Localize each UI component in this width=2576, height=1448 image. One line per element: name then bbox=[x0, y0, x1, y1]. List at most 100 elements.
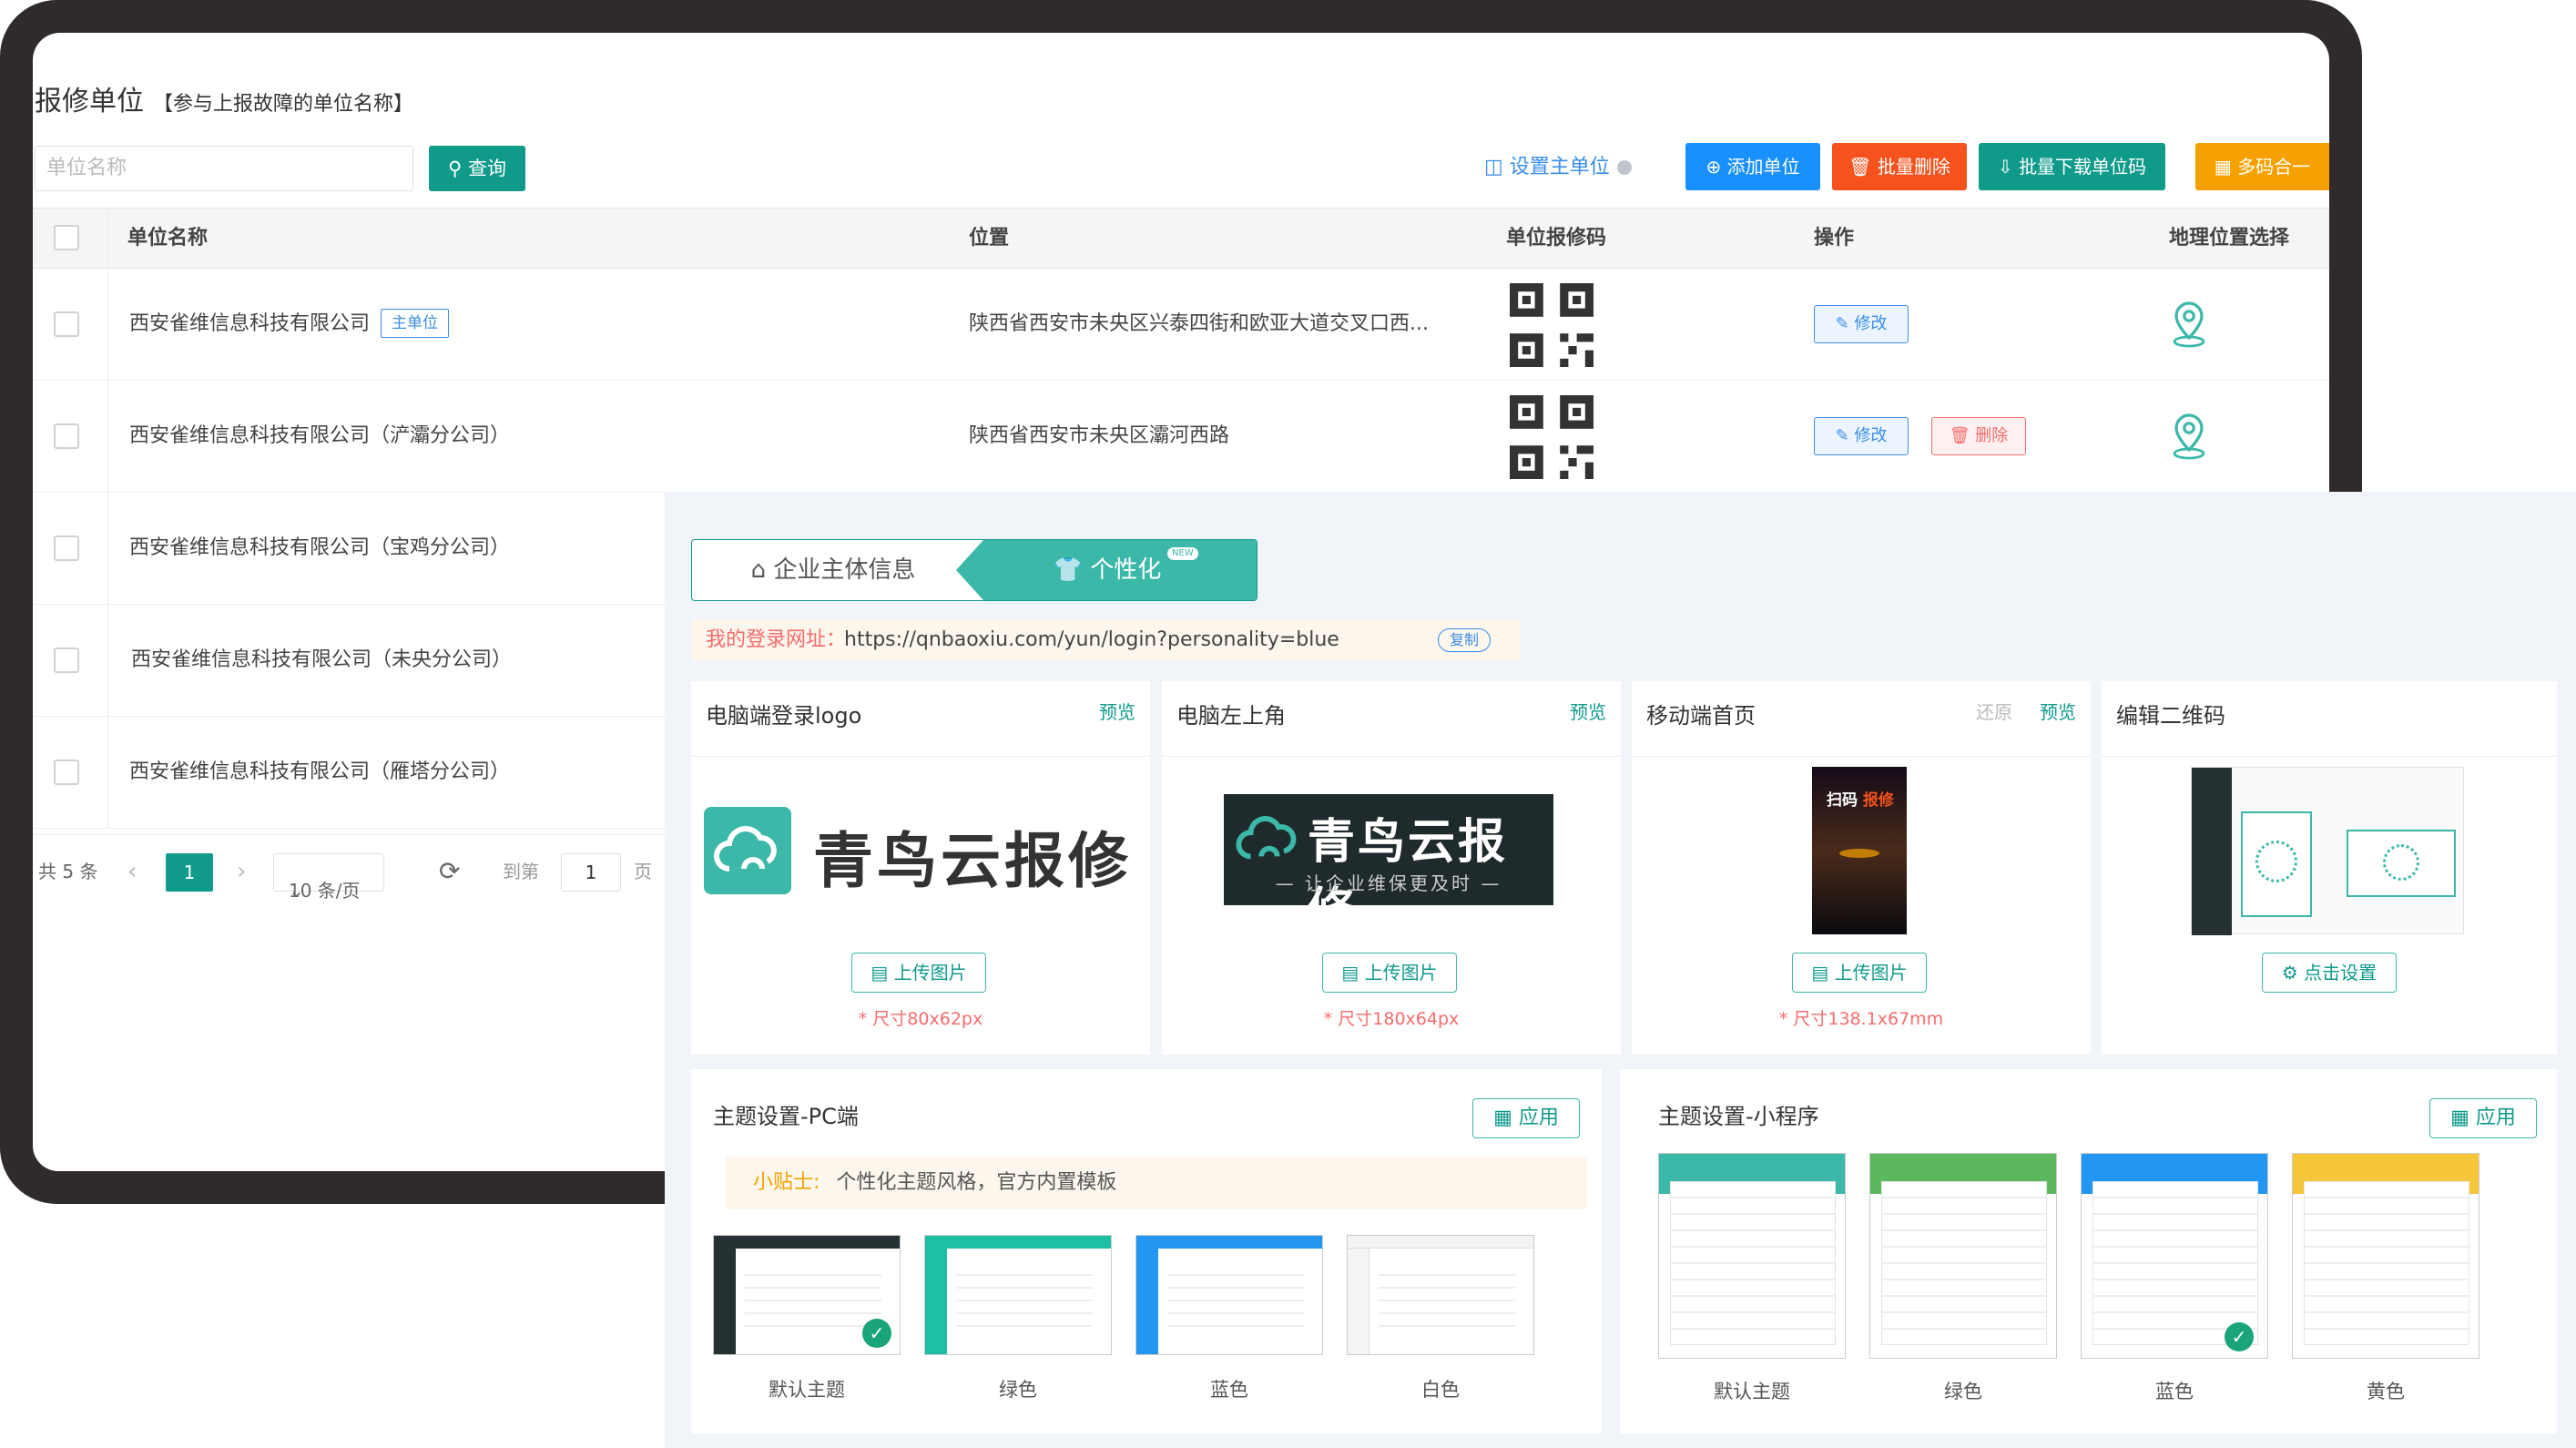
help-icon[interactable] bbox=[1616, 160, 1632, 175]
phone-preview: 扫码 报修 bbox=[1812, 767, 1907, 934]
mini-theme-default[interactable] bbox=[1658, 1153, 1846, 1359]
qrcode-editor-preview bbox=[2191, 767, 2464, 935]
restore-link[interactable]: 还原 bbox=[1976, 698, 2012, 724]
divider bbox=[2102, 756, 2557, 757]
delete-button[interactable]: 🗑 删除 bbox=[1931, 417, 2026, 455]
theme-sidebar bbox=[714, 1236, 736, 1354]
next-page-icon[interactable]: › bbox=[237, 835, 246, 908]
batch-delete-label: 批量删除 bbox=[1877, 156, 1950, 178]
preview-link[interactable]: 预览 bbox=[1099, 698, 1135, 724]
edit-button[interactable]: ✎ 修改 bbox=[1814, 305, 1909, 343]
tip-label: 小贴士: bbox=[753, 1171, 820, 1194]
row-checkbox[interactable] bbox=[54, 423, 79, 449]
unit-name: 西安雀维信息科技有限公司（雁塔分公司） bbox=[129, 760, 511, 783]
theme-body bbox=[2304, 1181, 2469, 1345]
page-number-current[interactable]: 1 bbox=[166, 853, 213, 892]
add-unit-button[interactable]: ⊕ 添加单位 bbox=[1685, 143, 1820, 190]
col-name: 单位名称 bbox=[127, 227, 209, 250]
upload-image-button[interactable]: ▤ 上传图片 bbox=[851, 953, 986, 993]
grid-icon: ▦ bbox=[1493, 1106, 1519, 1129]
tab-enterprise-label: 企业主体信息 bbox=[773, 556, 916, 584]
unit-name: 西安雀维信息科技有限公司（未央分公司） bbox=[131, 648, 513, 671]
map-pin-icon[interactable] bbox=[2171, 301, 2207, 349]
table-header: 单位名称 位置 单位报修码 操作 地理位置选择 bbox=[33, 208, 2329, 269]
cloud-logo-icon bbox=[704, 807, 791, 894]
prev-page-icon[interactable]: ‹ bbox=[127, 835, 137, 908]
unit-qr-code[interactable] bbox=[1510, 395, 1593, 479]
theme-pc-green[interactable] bbox=[924, 1235, 1112, 1355]
theme-pc-white[interactable] bbox=[1347, 1235, 1534, 1355]
query-button[interactable]: ⚲ 查询 bbox=[429, 146, 525, 191]
table-row: 西安雀维信息科技有限公司 主单位 陕西省西安市未央区兴泰四街和欧亚大道交叉口西..… bbox=[33, 269, 2329, 381]
select-all-checkbox[interactable] bbox=[54, 225, 79, 250]
theme-body bbox=[1379, 1263, 1515, 1336]
mini-theme-green[interactable] bbox=[1869, 1153, 2057, 1359]
query-label: 查询 bbox=[468, 158, 507, 179]
theme-body bbox=[956, 1263, 1093, 1336]
theme-mini-title: 主题设置-小程序 bbox=[1658, 1104, 1819, 1129]
theme-pc-title: 主题设置-PC端 bbox=[713, 1104, 859, 1129]
phone-title-b: 报修 bbox=[1862, 791, 1894, 810]
size-hint: * 尺寸180x64px bbox=[1323, 1009, 1460, 1029]
map-pin-icon[interactable] bbox=[2171, 413, 2207, 461]
plus-circle-icon: ⊕ bbox=[1705, 156, 1727, 178]
unit-name-cell: 西安雀维信息科技有限公司 主单位 bbox=[129, 269, 450, 380]
batch-download-label: 批量下载单位码 bbox=[2019, 156, 2147, 178]
row-checkbox[interactable] bbox=[54, 535, 79, 561]
row-checkbox[interactable] bbox=[54, 648, 79, 673]
pc-topleft-logo-card: 电脑左上角 预览 青鸟云报修 — 让企业维保更及时 — ▤ 上传图片 * 尺寸1… bbox=[1162, 681, 1621, 1055]
multi-code-label: 多码合一 bbox=[2237, 156, 2311, 178]
batch-delete-button[interactable]: 🗑 批量删除 bbox=[1832, 143, 1967, 190]
col-actions: 操作 bbox=[1814, 227, 1855, 250]
row-checkbox[interactable] bbox=[54, 760, 79, 785]
shirt-icon: 👕 bbox=[1053, 556, 1091, 584]
unit-qr-code[interactable] bbox=[1510, 283, 1593, 367]
tip-text: 个性化主题风格，官方内置模板 bbox=[836, 1171, 1117, 1194]
set-main-unit-link[interactable]: ◫ 设置主单位 bbox=[1484, 149, 1632, 186]
apply-mini-theme-button[interactable]: ▦ 应用 bbox=[2429, 1098, 2537, 1138]
refresh-icon[interactable]: ⟳ bbox=[439, 835, 460, 908]
batch-download-button[interactable]: ⇩ 批量下载单位码 bbox=[1979, 143, 2165, 190]
divider bbox=[1162, 756, 1621, 757]
edit-label: 修改 bbox=[1854, 426, 1888, 445]
mini-theme-yellow[interactable] bbox=[2292, 1153, 2479, 1359]
preview-link[interactable]: 预览 bbox=[1570, 698, 1606, 724]
click-settings-button[interactable]: ⚙ 点击设置 bbox=[2262, 953, 2397, 993]
theme-label: 蓝色 bbox=[1210, 1379, 1248, 1401]
theme-sidebar bbox=[1136, 1236, 1158, 1354]
theme-label: 黄色 bbox=[2367, 1381, 2405, 1402]
preview-sidebar bbox=[2192, 768, 2232, 935]
page-unit-label: 页 bbox=[634, 861, 652, 882]
theme-pc-blue[interactable] bbox=[1135, 1235, 1323, 1355]
tab-personalization[interactable]: 👕 个性化 NEW bbox=[956, 540, 1257, 600]
column-divider bbox=[107, 208, 108, 829]
upload-image-button[interactable]: ▤ 上传图片 bbox=[1322, 953, 1457, 993]
tab-enterprise-info[interactable]: ⌂ 企业主体信息 bbox=[692, 540, 974, 600]
page-size-select[interactable]: 10 条/页 ⌄ bbox=[273, 853, 384, 902]
multi-code-button[interactable]: ▦ 多码合一 bbox=[2195, 143, 2329, 190]
apply-pc-theme-button[interactable]: ▦ 应用 bbox=[1472, 1098, 1580, 1138]
apply-label: 应用 bbox=[2475, 1106, 2516, 1129]
copy-button[interactable]: 复制 bbox=[1438, 628, 1491, 652]
page-title: 报修单位 【参与上报故障的单位名称】 bbox=[35, 78, 413, 118]
add-label: 添加单位 bbox=[1726, 156, 1800, 178]
title-subtitle: 【参与上报故障的单位名称】 bbox=[153, 93, 414, 116]
goto-input[interactable]: 1 bbox=[561, 853, 621, 892]
login-url-bar: 我的登录网址： https://qnbaoxiu.com/yun/login?p… bbox=[691, 619, 1520, 661]
unit-name: 西安雀维信息科技有限公司（宝鸡分公司） bbox=[129, 536, 511, 559]
login-url-value[interactable]: https://qnbaoxiu.com/yun/login?personali… bbox=[844, 619, 1339, 661]
image-icon: ▤ bbox=[1341, 962, 1365, 984]
row-checkbox[interactable] bbox=[54, 311, 79, 337]
phone-title: 扫码 报修 bbox=[1827, 787, 1894, 810]
preview-link[interactable]: 预览 bbox=[2040, 698, 2076, 724]
search-input[interactable]: 单位名称 bbox=[35, 146, 413, 191]
edit-button[interactable]: ✎ 修改 bbox=[1814, 417, 1909, 455]
login-url-label: 我的登录网址： bbox=[706, 628, 847, 651]
col-qrcode: 单位报修码 bbox=[1506, 227, 1607, 250]
upload-image-button[interactable]: ▤ 上传图片 bbox=[1792, 953, 1927, 993]
apply-label: 应用 bbox=[1518, 1106, 1559, 1129]
goto-label: 到第 bbox=[503, 861, 539, 882]
pencil-icon: ✎ bbox=[1835, 314, 1855, 333]
qr-icon: ▦ bbox=[2214, 156, 2238, 178]
phone-glow bbox=[1839, 849, 1879, 858]
